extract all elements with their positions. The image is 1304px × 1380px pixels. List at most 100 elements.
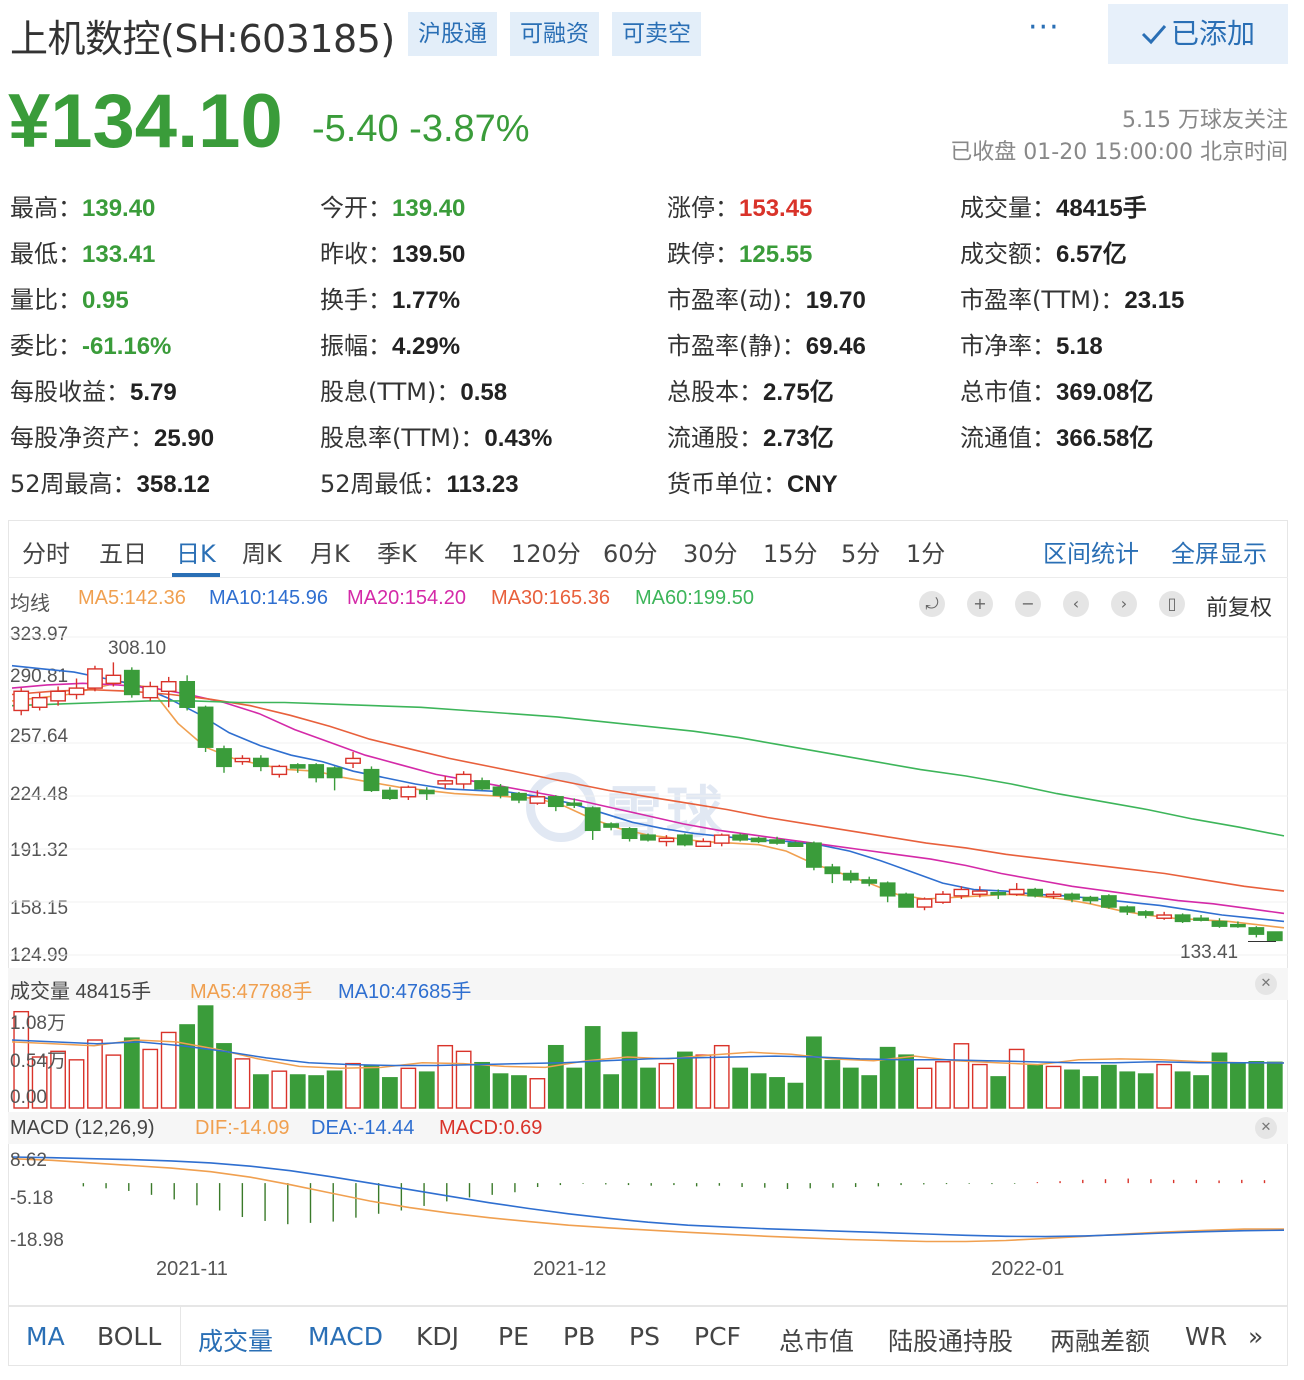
indicator-tab[interactable]: WR — [1185, 1322, 1227, 1351]
candle-body — [197, 706, 214, 748]
more-icon[interactable]: ··· — [1028, 10, 1060, 45]
volume-bar — [971, 1063, 988, 1109]
stat-label: 流通值： — [960, 424, 1056, 452]
more-indicators-icon[interactable]: » — [1248, 1322, 1263, 1351]
close-volume-icon[interactable]: ✕ — [1255, 973, 1277, 995]
indicator-tab[interactable]: BOLL — [97, 1322, 161, 1351]
stat-value: 19.70 — [805, 287, 866, 314]
volume-bar — [455, 1050, 472, 1109]
period-tab[interactable]: 周K — [242, 534, 282, 569]
period-tab[interactable]: 年K — [444, 534, 484, 569]
tag-hk-connect[interactable]: 沪股通 — [408, 12, 497, 56]
volume-bar — [1156, 1063, 1173, 1109]
candle-body — [806, 842, 822, 868]
indicator-tab[interactable]: PS — [629, 1322, 660, 1351]
indicator-tab[interactable]: 陆股通持股 — [888, 1322, 1013, 1358]
indicator-tab[interactable]: PB — [563, 1322, 595, 1351]
period-tab[interactable]: 分时 — [22, 534, 70, 569]
stat-item: 流通值：366.58亿 — [960, 418, 1153, 453]
stat-item: 每股收益：5.79 — [10, 372, 177, 407]
current-price: ¥134.10 — [8, 79, 283, 164]
high-annotation: 308.10 — [108, 638, 167, 659]
stat-item: 振幅：4.29% — [320, 326, 460, 361]
stat-value: 133.41 — [82, 241, 156, 268]
period-tab[interactable]: 15分 — [763, 534, 818, 569]
indicator-tab[interactable]: MA — [26, 1322, 65, 1351]
candle-body — [271, 765, 288, 776]
volume-bar — [529, 1078, 546, 1109]
period-tab[interactable]: 5分 — [841, 534, 880, 569]
stat-label: 涨停： — [667, 194, 739, 222]
candle-body — [1211, 920, 1228, 927]
period-tab[interactable]: 60分 — [603, 534, 658, 569]
indicator-tab[interactable]: 总市值 — [779, 1322, 854, 1358]
price-adjust-select[interactable]: 前复权 — [1206, 590, 1272, 622]
date-label: 2021-11 — [156, 1258, 228, 1280]
indicator-tab[interactable]: PCF — [694, 1322, 741, 1351]
scroll-right-icon[interactable]: › — [1111, 591, 1137, 617]
period-tab[interactable]: 30分 — [683, 534, 738, 569]
scroll-left-icon[interactable]: ‹ — [1063, 591, 1089, 617]
stat-label: 换手： — [320, 286, 392, 314]
stat-value: 0.58 — [460, 379, 508, 406]
stat-item: 总股本：2.75亿 — [667, 372, 834, 407]
stat-item: 昨收：139.50 — [320, 234, 465, 269]
indicator-tab[interactable]: KDJ — [416, 1322, 459, 1351]
stat-label: 52周最低： — [320, 470, 447, 498]
candle-body — [160, 681, 177, 692]
volume-bar — [400, 1067, 417, 1109]
volume-bar — [953, 1043, 970, 1109]
fullscreen-link[interactable]: 全屏显示 — [1171, 534, 1267, 569]
indicator-tab[interactable]: MACD — [308, 1322, 383, 1351]
settings-icon[interactable]: ▯ — [1159, 591, 1185, 617]
candle-body — [382, 789, 398, 800]
stat-value: 113.23 — [446, 471, 519, 498]
volume-bar — [511, 1075, 527, 1109]
period-tab[interactable]: 120分 — [511, 534, 581, 569]
reset-icon[interactable]: ⤾ — [919, 591, 945, 617]
close-macd-icon[interactable]: ✕ — [1255, 1117, 1277, 1139]
stat-label: 52周最高： — [10, 470, 137, 498]
candle-body — [1248, 927, 1265, 935]
period-tab[interactable]: 1分 — [906, 534, 945, 569]
stat-value: 2.73亿 — [763, 425, 834, 452]
candle-body — [1230, 923, 1246, 928]
zoom-out-icon[interactable]: − — [1015, 591, 1041, 617]
period-tab[interactable]: 季K — [377, 534, 417, 569]
candle-body — [289, 764, 306, 769]
tag-short-selling[interactable]: 可卖空 — [612, 12, 701, 56]
indicator-tab[interactable]: 成交量 — [198, 1322, 273, 1358]
macd-legend-label: MACD (12,26,9) — [10, 1117, 155, 1139]
period-tab[interactable]: 日K — [176, 534, 216, 569]
stat-value: 125.55 — [739, 241, 813, 268]
candlestick-chart[interactable] — [8, 625, 1288, 965]
stat-label: 股息率(TTM)： — [320, 424, 485, 452]
candle-body — [1082, 896, 1099, 902]
stat-value: -61.16% — [82, 333, 172, 360]
added-watchlist-button[interactable]: 已添加 — [1108, 4, 1288, 64]
period-tab-indicator — [172, 573, 220, 577]
stat-item: 每股净资产：25.90 — [10, 418, 214, 453]
volume-bar — [1045, 1065, 1062, 1109]
zoom-in-icon[interactable]: + — [967, 591, 993, 617]
indicator-tab[interactable]: 两融差额 — [1050, 1322, 1150, 1358]
indicator-tab[interactable]: PE — [498, 1322, 529, 1351]
range-stats-link[interactable]: 区间统计 — [1043, 534, 1139, 569]
stat-label: 市盈率(静)： — [667, 332, 806, 360]
ma5-legend: MA5:142.36 — [78, 587, 186, 609]
date-label: 2021-12 — [533, 1258, 607, 1280]
stat-item: 委比：-61.16% — [10, 326, 171, 361]
volume-bar — [1027, 1064, 1044, 1109]
stat-value: 25.90 — [154, 425, 215, 452]
stat-value: 23.15 — [1124, 287, 1185, 314]
candle-body — [658, 837, 675, 843]
tag-margin-financing[interactable]: 可融资 — [510, 12, 599, 56]
volume-bar — [345, 1062, 361, 1109]
volume-bar — [1100, 1064, 1117, 1109]
macd-value-legend: MACD:0.69 — [439, 1117, 543, 1139]
period-tab[interactable]: 月K — [310, 534, 350, 569]
volume-bar — [842, 1067, 859, 1109]
candle-body — [916, 898, 933, 908]
period-tab[interactable]: 五日 — [99, 534, 147, 569]
ma60-legend: MA60:199.50 — [635, 587, 754, 609]
